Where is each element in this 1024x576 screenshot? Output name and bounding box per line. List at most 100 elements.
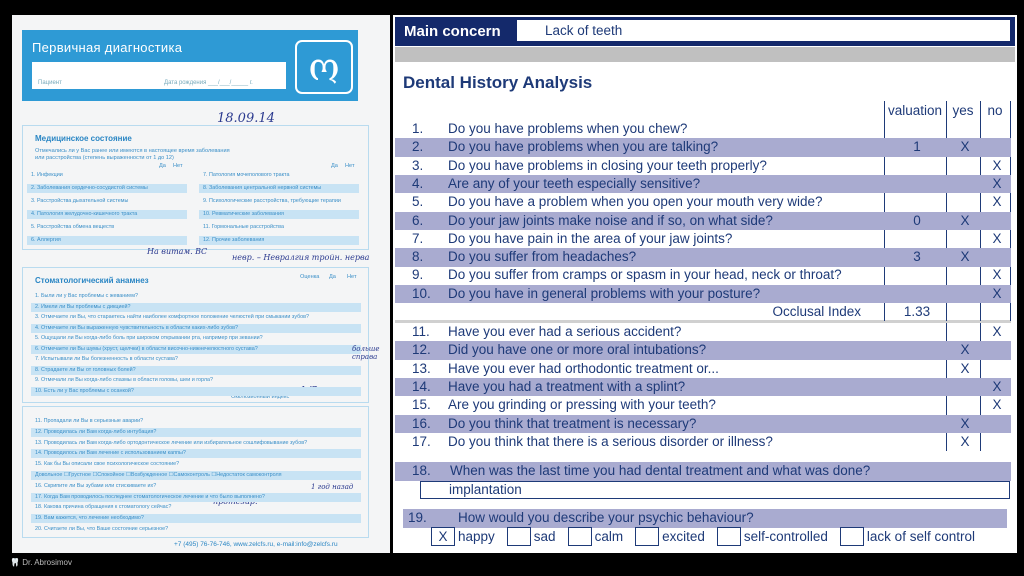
question-number: 14.: [412, 378, 431, 394]
yes-cell[interactable]: X: [948, 248, 982, 267]
form-item: 15. Как бы Вы описали свое психологическ…: [35, 461, 180, 468]
main-concern-bar: Main concern Lack of teeth: [395, 17, 1015, 46]
question-row: 11. Have you ever had a serious accident?…: [395, 323, 1011, 342]
option-checkbox[interactable]: X: [431, 527, 455, 546]
header-yes: yes: [952, 103, 974, 118]
question-number: 10.: [412, 285, 431, 301]
question-row: 6. Do your jaw joints make noise and if s…: [395, 211, 1011, 231]
valuation-cell: 3: [913, 249, 921, 265]
handwritten-note: больше справа: [352, 345, 380, 361]
form-item: 12. Проводилась ли Вам когда-либо интуба…: [31, 427, 361, 437]
form-item: 1. Инфекции: [31, 172, 63, 178]
no-cell[interactable]: X: [982, 285, 1012, 304]
last-treatment-field[interactable]: implantation: [420, 481, 1010, 499]
question-row: 12. Did you have one or more oral intubat…: [395, 341, 1011, 360]
question-number: 9.: [412, 267, 424, 283]
psychic-options: Xhappy sad calm excited self-controlled lack …: [431, 527, 987, 546]
option-checkbox[interactable]: [635, 527, 660, 546]
option-checkbox[interactable]: [567, 527, 592, 546]
form-item: 7. Испытывали ли Вы болезненность в обла…: [35, 356, 178, 362]
question-text: How would you describe your psychic beha…: [458, 510, 754, 525]
col-no: Нет: [347, 274, 357, 280]
no-cell[interactable]: X: [982, 266, 1012, 285]
no-cell[interactable]: X: [982, 323, 1012, 342]
question-19: 19. How would you describe your psychic …: [403, 509, 1007, 528]
question-number: 4.: [412, 175, 424, 191]
watermark-text: Dr. Abrosimov: [22, 558, 72, 567]
form-item: 13. Проводилась ли Вам когда-либо ортодо…: [35, 439, 308, 446]
handwritten-date: 18.09.14: [217, 111, 275, 126]
medical-section: Медицинское состояние Отмечались ли у Ва…: [22, 125, 369, 250]
form-item: 10. Ревматические заболевания: [199, 210, 359, 219]
question-row: 9. Do you suffer from cramps or spasm in …: [395, 266, 1011, 285]
question-text: Have you ever had orthodontic treatment …: [448, 360, 719, 376]
option-checkbox[interactable]: [506, 527, 531, 546]
form-footer: +7 (495) 76-76-746, www.zelcfs.ru, e-mai…: [174, 541, 338, 548]
question-text: Do you think that there is a serious dis…: [448, 433, 773, 449]
question-row: 15. Are you grinding or pressing with you…: [395, 396, 1011, 415]
form-item: 7. Патология мочеполового тракта: [203, 172, 290, 178]
option-label: self-controlled: [743, 529, 828, 544]
form-item: 20. Считаете ли Вы, что Ваше состояние с…: [35, 526, 169, 532]
occlusal-index-row: Occlusal Index 1.33: [395, 303, 1011, 321]
form-header: Первичная диагностика Пациент Дата рожде…: [22, 30, 358, 101]
question-row: 4. Are any of your teeth especially sensi…: [395, 174, 1012, 194]
col-no: Нет: [173, 163, 183, 169]
yes-cell[interactable]: X: [948, 212, 982, 231]
col-yes: Да: [331, 163, 338, 169]
question-text: Do you suffer from cramps or spasm in yo…: [448, 267, 842, 283]
form-item: 8. Заболевания центральной нервной систе…: [199, 184, 359, 193]
form-item: 19. Вам кажется, что лечение необходимо?: [31, 514, 361, 524]
question-number: 5.: [412, 194, 424, 210]
question-text: Do you have in general problems with you…: [448, 285, 761, 301]
question-row: 16. Do you think that treatment is necess…: [395, 414, 1011, 434]
no-cell[interactable]: X: [982, 193, 1012, 212]
no-cell[interactable]: X: [982, 378, 1012, 397]
option-label: lack of self control: [866, 529, 975, 544]
form-item: 2. Имели ли Вы проблемы с дикцией?: [31, 302, 361, 312]
yes-cell[interactable]: X: [948, 341, 982, 360]
question-text: Do you think that treatment is necessary…: [448, 415, 697, 431]
occlusal-index-label: Occlusal Index: [772, 304, 861, 319]
question-text: Do you have pain in the area of your jaw…: [448, 230, 733, 246]
yes-cell[interactable]: X: [948, 415, 982, 434]
form-item: 3. Отмечаете ли Вы, что стараетесь найти…: [35, 314, 310, 320]
question-row: 2. Do you have problems when you are talk…: [395, 138, 1011, 157]
question-row: 13. Have you ever had orthodontic treatme…: [395, 360, 1011, 379]
valuation-cell: 1: [913, 139, 921, 155]
question-text: Do you have problems when you chew?: [448, 121, 688, 136]
option-label: calm: [594, 529, 624, 544]
option-checkbox[interactable]: [716, 527, 741, 546]
form-item: 17. Когда Вам проводилось последнее стом…: [31, 492, 361, 502]
form-item: 16. Скрипите ли Вы зубами или стискивает…: [35, 482, 157, 489]
form-item: 6. Аллергия: [27, 236, 187, 245]
yes-cell[interactable]: X: [948, 433, 982, 452]
form-item: 11. Пропадали ли Вы в серьезные аварии?: [35, 418, 144, 424]
no-cell[interactable]: X: [982, 230, 1012, 249]
dob-label: Дата рождения ___/___/_____ г.: [164, 80, 253, 86]
section-title: Dental History Analysis: [403, 73, 593, 92]
yes-cell[interactable]: X: [948, 360, 982, 379]
question-text: Have you ever had a serious accident?: [448, 324, 682, 339]
option-checkbox[interactable]: [839, 527, 864, 546]
main-concern-field[interactable]: Lack of teeth: [517, 20, 1010, 41]
question-18: 18. When was the last time you had denta…: [395, 462, 1011, 481]
patient-field: Пациент Дата рождения ___/___/_____ г.: [32, 62, 286, 89]
question-number: 1.: [412, 121, 424, 136]
question-number: 8.: [412, 249, 424, 265]
question-number: 7.: [412, 230, 424, 246]
no-cell[interactable]: X: [982, 157, 1012, 176]
yes-cell[interactable]: X: [948, 138, 982, 157]
option-label: happy: [458, 529, 495, 544]
question-text: Do you have problems in closing your tee…: [448, 157, 767, 173]
question-text: Do you suffer from headaches?: [448, 249, 637, 265]
form-item: 11. Гормональные расстройства: [203, 224, 284, 230]
form-item: 9. Отмечали ли Вы когда-либо спазмы в об…: [35, 377, 214, 383]
medical-subtitle: Отмечались ли у Вас ранее или имеются в …: [35, 148, 230, 154]
question-number: 19.: [408, 510, 427, 525]
form-item: 1. Были ли у Вас проблемы с жеванием?: [35, 293, 138, 299]
no-cell[interactable]: X: [982, 175, 1012, 194]
no-cell[interactable]: X: [982, 396, 1012, 415]
question-text: When was the last time you had dental tr…: [450, 463, 871, 478]
question-row: 17. Do you think that there is a serious …: [395, 433, 1011, 452]
